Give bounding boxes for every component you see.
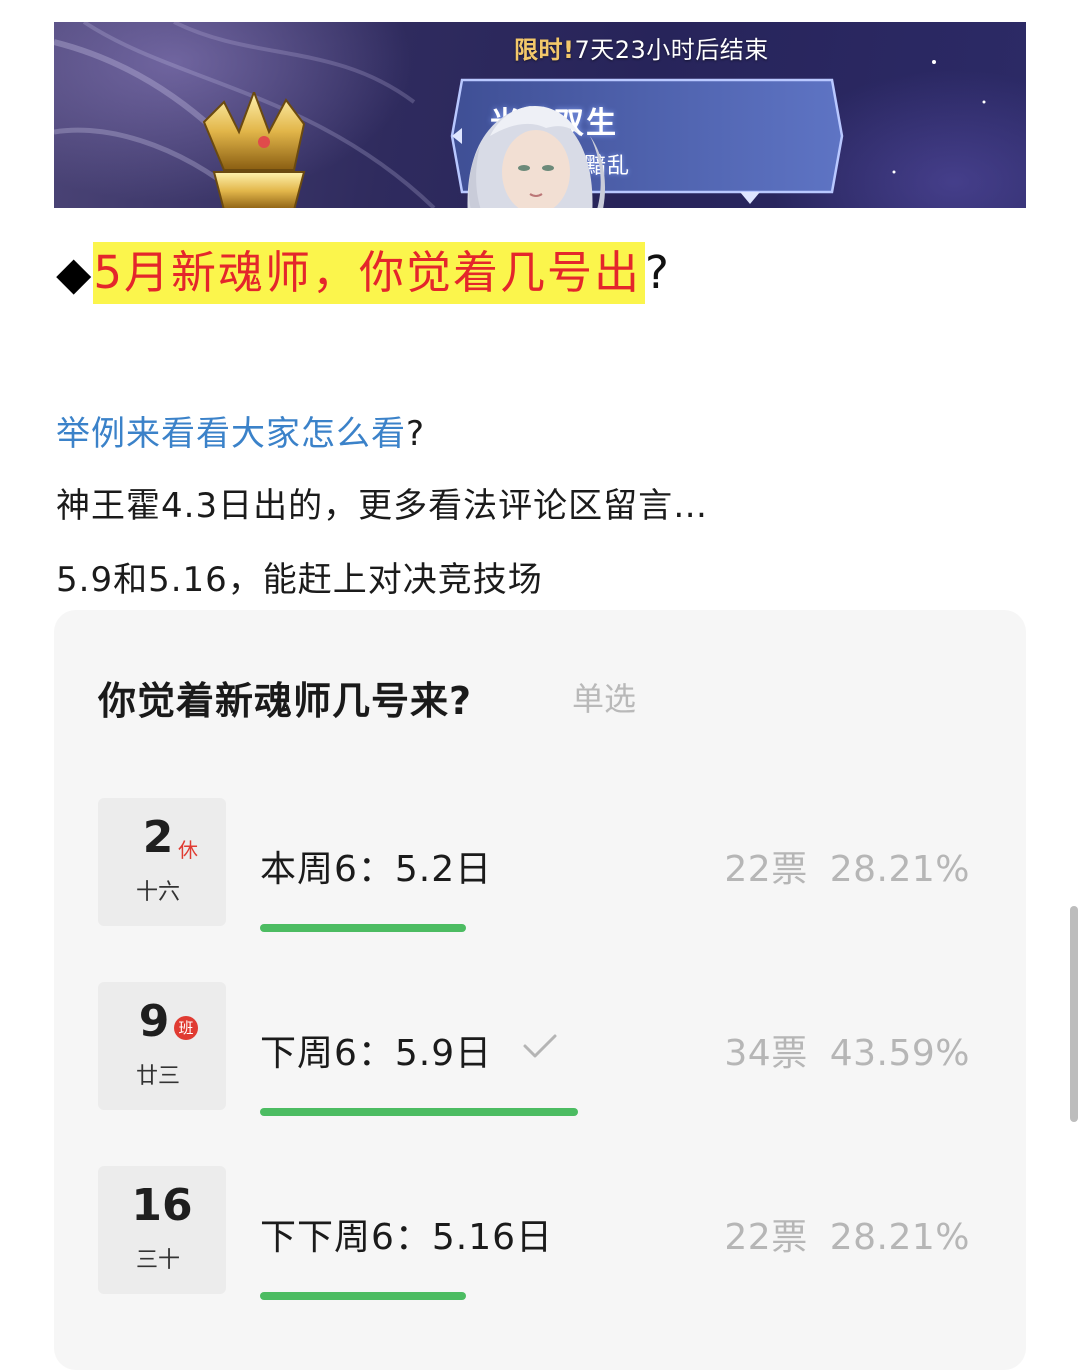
body-line-3: 5.9和5.16，能赶上对决竞技场 (56, 560, 543, 600)
calendar-day-tile: 2 休 十六 (98, 798, 226, 926)
calendar-day-tile: 16 三十 (98, 1166, 226, 1294)
event-timer: 限时!7天23小时后结束 (514, 30, 769, 65)
body-line-2: 神王霍4.3日出的，更多看法评论区留言… (56, 486, 709, 526)
body-link-text[interactable]: 举例来看看大家怎么看 (56, 414, 406, 454)
timer-prefix: 限时! (514, 36, 575, 64)
vote-percent: 43.59% (829, 1033, 970, 1074)
heading-question-mark: ? (645, 246, 669, 299)
option-result: 22票 28.21% (724, 840, 970, 892)
option-label: 下下周6：5.16日 (260, 1217, 554, 1258)
poll-title: 你觉着新魂师几号来? (98, 679, 473, 723)
result-bar-track (260, 1292, 989, 1300)
vote-percent: 28.21% (829, 1217, 970, 1258)
heading-highlight: 5月新魂师，你觉着几号出 (93, 242, 646, 304)
vote-percent: 28.21% (829, 849, 970, 890)
poll-option-3[interactable]: 16 三十 下下周6：5.16日 22票 28.21% (98, 1166, 998, 1306)
event-banner[interactable]: 限时!7天23小时后结束 光黯双生 立光序破黯乱 (54, 22, 1026, 208)
calendar-day-number: 2 (142, 812, 174, 863)
option-result: 34票 43.59% (724, 1024, 970, 1076)
selected-check-icon (523, 1034, 557, 1058)
result-bar-fill (260, 1108, 578, 1116)
workday-tag: 班 (174, 1016, 198, 1040)
result-bar-track (260, 1108, 989, 1116)
vote-count: 34票 (724, 1033, 808, 1074)
option-label: 本周6：5.2日 (260, 849, 493, 890)
diamond-bullet-icon: ◆ (56, 246, 92, 300)
result-bar-fill (260, 924, 466, 932)
option-label: 下周6：5.9日 (260, 1033, 493, 1074)
poll-card: 你觉着新魂师几号来? 单选 2 休 十六 本周6：5.2日 22票 28.21% … (54, 610, 1026, 1370)
post-heading: ◆ 5月新魂师，你觉着几号出? (56, 242, 669, 304)
body-line-1-rest: ? (406, 414, 426, 454)
timer-text: 7天23小时后结束 (574, 36, 769, 64)
page-scrollbar[interactable] (1070, 906, 1078, 1122)
lunar-date: 十六 (135, 880, 180, 905)
lunar-date: 三十 (135, 1248, 180, 1273)
calendar-day-tile: 9 班 廿三 (98, 982, 226, 1110)
poll-option-1[interactable]: 2 休 十六 本周6：5.2日 22票 28.21% (98, 798, 998, 938)
option-result: 22票 28.21% (724, 1208, 970, 1260)
gold-emblem-icon (202, 92, 306, 208)
result-bar-fill (260, 1292, 466, 1300)
skin-card[interactable]: 光黯双生 立光序破黯乱 (450, 76, 844, 208)
body-line-1: 举例来看看大家怎么看? (56, 406, 425, 455)
holiday-tag: 休 (178, 838, 198, 862)
character-portrait-icon (467, 106, 606, 208)
vote-count: 22票 (724, 849, 808, 890)
vote-count: 22票 (724, 1217, 808, 1258)
calendar-day-number: 16 (131, 1180, 193, 1231)
lunar-date: 廿三 (135, 1064, 180, 1089)
result-bar-track (260, 924, 989, 932)
poll-type: 单选 (572, 680, 637, 718)
poll-option-2[interactable]: 9 班 廿三 下周6：5.9日 34票 43.59% (98, 982, 998, 1122)
